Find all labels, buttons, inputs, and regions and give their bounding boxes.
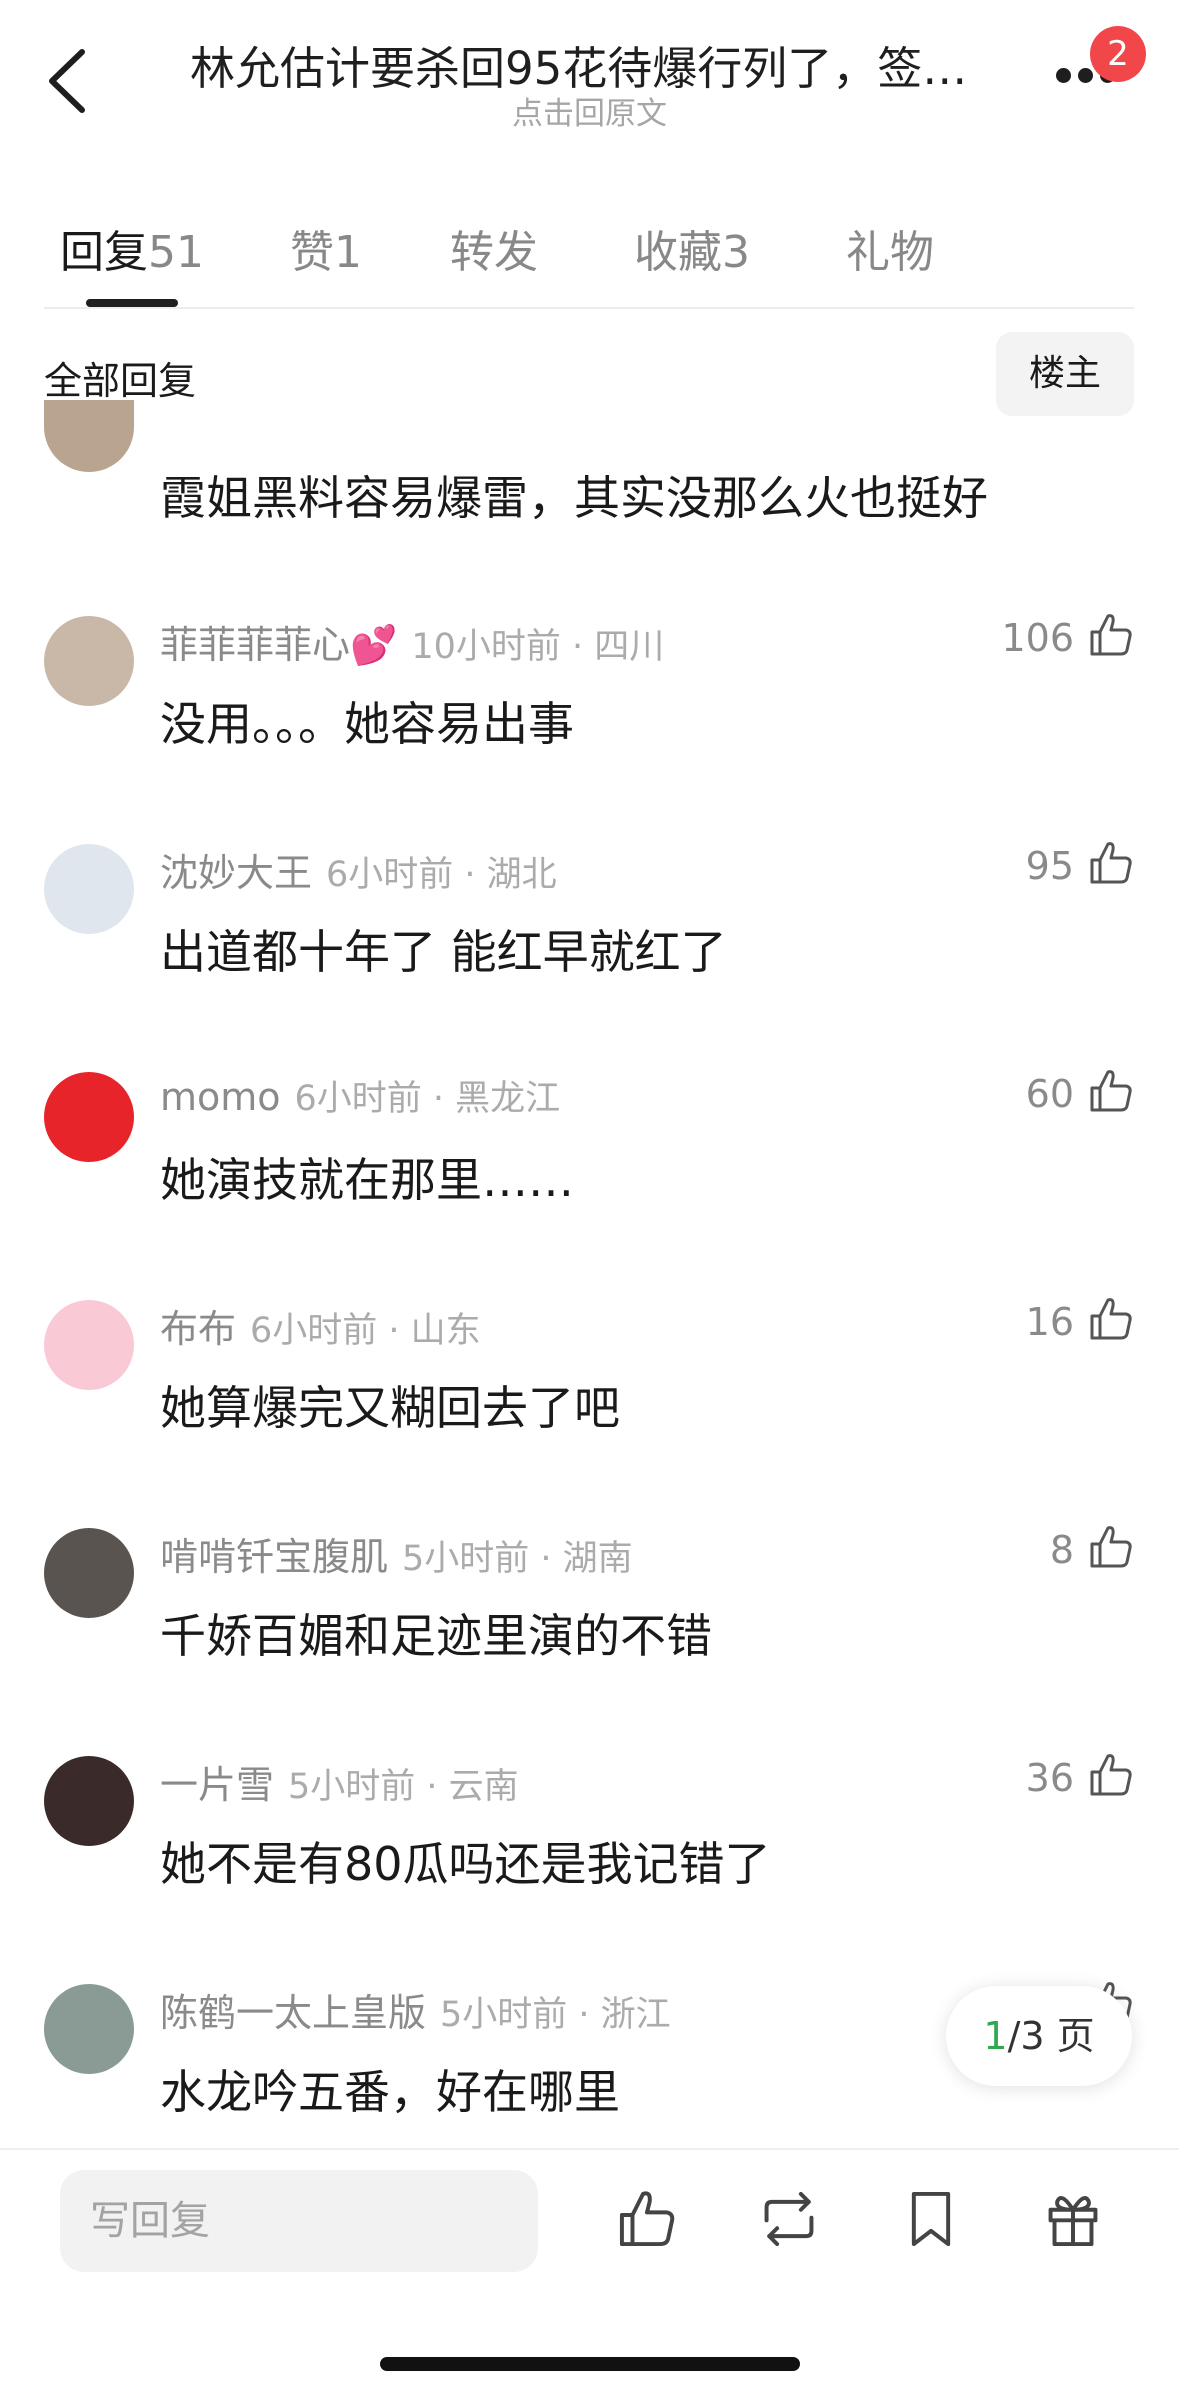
section-title: 全部回复 (44, 359, 197, 403)
username[interactable]: momo (160, 1075, 281, 1119)
comment-header: 一片雪 5小时前 · 云南 (160, 1754, 519, 1809)
bookmark-icon (911, 2191, 951, 2247)
page-indicator[interactable]: 1/3 页 (946, 1986, 1132, 2086)
thumbs-up-icon (1090, 842, 1132, 884)
avatar[interactable] (44, 1984, 134, 2074)
comment-meta: 10小时前 · 四川 (411, 627, 665, 667)
avatar[interactable] (44, 1756, 134, 1846)
notification-badge: 2 (1090, 26, 1146, 82)
comment-header: 陈鹤一太上皇版 5小时前 · 浙江 (160, 1982, 671, 2037)
username[interactable]: 沈妙大王 (160, 851, 312, 895)
repost-icon (764, 2191, 814, 2247)
comment-like-button[interactable] (1086, 1294, 1136, 1348)
tab-likes[interactable]: 赞1 (290, 216, 362, 280)
comment-like-button[interactable] (1086, 1750, 1136, 1804)
owner-filter-button[interactable]: 楼主 (996, 332, 1134, 416)
avatar[interactable] (44, 1300, 134, 1390)
comment-meta: 5小时前 · 湖南 (402, 1539, 633, 1579)
comment-like-button[interactable] (1086, 1066, 1136, 1120)
gift-button[interactable] (1040, 2186, 1106, 2256)
home-indicator (380, 2357, 800, 2371)
avatar[interactable] (44, 616, 134, 706)
comment-text: 千娇百媚和足迹里演的不错 (160, 1609, 712, 1663)
username[interactable]: 陈鹤一太上皇版 (160, 1991, 426, 2035)
tab-divider (44, 307, 1134, 309)
comment-header: 啃啃钎宝腹肌 5小时前 · 湖南 (160, 1526, 633, 1581)
gift-icon (1048, 2196, 1098, 2247)
like-count: 36 (1025, 1756, 1074, 1800)
like-count: 106 (1001, 616, 1074, 660)
comment-header: momo 6小时前 · 黑龙江 (160, 1070, 560, 1121)
like-button[interactable] (614, 2186, 680, 2256)
comment-like-button[interactable] (1086, 610, 1136, 664)
tab-reposts[interactable]: 转发 (450, 216, 538, 280)
comment-header: 菲菲菲菲心💕 10小时前 · 四川 (160, 614, 664, 669)
comment-header: 布布 6小时前 · 山东 (160, 1298, 481, 1353)
thumbs-up-icon (1090, 1298, 1132, 1340)
like-count: 60 (1025, 1072, 1074, 1116)
comment-text: 没用。。。她容易出事 (160, 697, 574, 751)
username[interactable]: 菲菲菲菲心💕 (160, 623, 397, 667)
repost-button[interactable] (756, 2186, 822, 2256)
thumbs-up-icon (1090, 1754, 1132, 1796)
more-dots-icon (1056, 68, 1071, 83)
comment-text: 霞姐黑料容易爆雷，其实没那么火也挺好 (160, 471, 988, 525)
comment-meta: 5小时前 · 浙江 (440, 1995, 671, 2035)
tab-replies[interactable]: 回复51 (60, 216, 204, 280)
comment-text: 出道都十年了 能红早就红了 (160, 925, 727, 979)
username[interactable]: 啃啃钎宝腹肌 (160, 1535, 388, 1579)
reply-input[interactable] (60, 2170, 538, 2272)
comment-header: 沈妙大王 6小时前 · 湖北 (160, 842, 557, 897)
tab-favorites[interactable]: 收藏3 (634, 216, 750, 280)
avatar[interactable] (44, 844, 134, 934)
username[interactable]: 一片雪 (160, 1763, 274, 1807)
like-count: 16 (1025, 1300, 1074, 1344)
comment-meta: 6小时前 · 湖北 (326, 855, 557, 895)
comment-meta: 6小时前 · 山东 (250, 1311, 481, 1351)
comment-text: 她不是有80瓜吗还是我记错了 (160, 1837, 771, 1891)
comment-like-button[interactable] (1086, 1522, 1136, 1576)
avatar[interactable] (44, 400, 134, 472)
favorite-button[interactable] (898, 2186, 964, 2256)
avatar[interactable] (44, 1072, 134, 1162)
thumbs-up-icon (1090, 1070, 1132, 1112)
comment-like-button[interactable] (1086, 838, 1136, 892)
thumbs-up-icon (619, 2191, 675, 2247)
comment-text: 她演技就在那里…… (160, 1153, 574, 1207)
back-to-original-link[interactable]: 点击回原文 (0, 88, 1179, 133)
thumbs-up-icon (1090, 614, 1132, 656)
comment-meta: 5小时前 · 云南 (288, 1767, 519, 1807)
tab-gifts[interactable]: 礼物 (846, 216, 934, 280)
like-count: 95 (1025, 844, 1074, 888)
bottom-bar-divider (0, 2148, 1179, 2150)
comment-text: 她算爆完又糊回去了吧 (160, 1381, 620, 1435)
active-tab-indicator (86, 299, 178, 307)
username[interactable]: 布布 (160, 1307, 236, 1351)
like-count: 8 (1049, 1528, 1074, 1572)
comment-text: 水龙吟五番，好在哪里 (160, 2065, 620, 2119)
comment-meta: 6小时前 · 黑龙江 (294, 1079, 561, 1119)
avatar[interactable] (44, 1528, 134, 1618)
thumbs-up-icon (1090, 1526, 1132, 1568)
